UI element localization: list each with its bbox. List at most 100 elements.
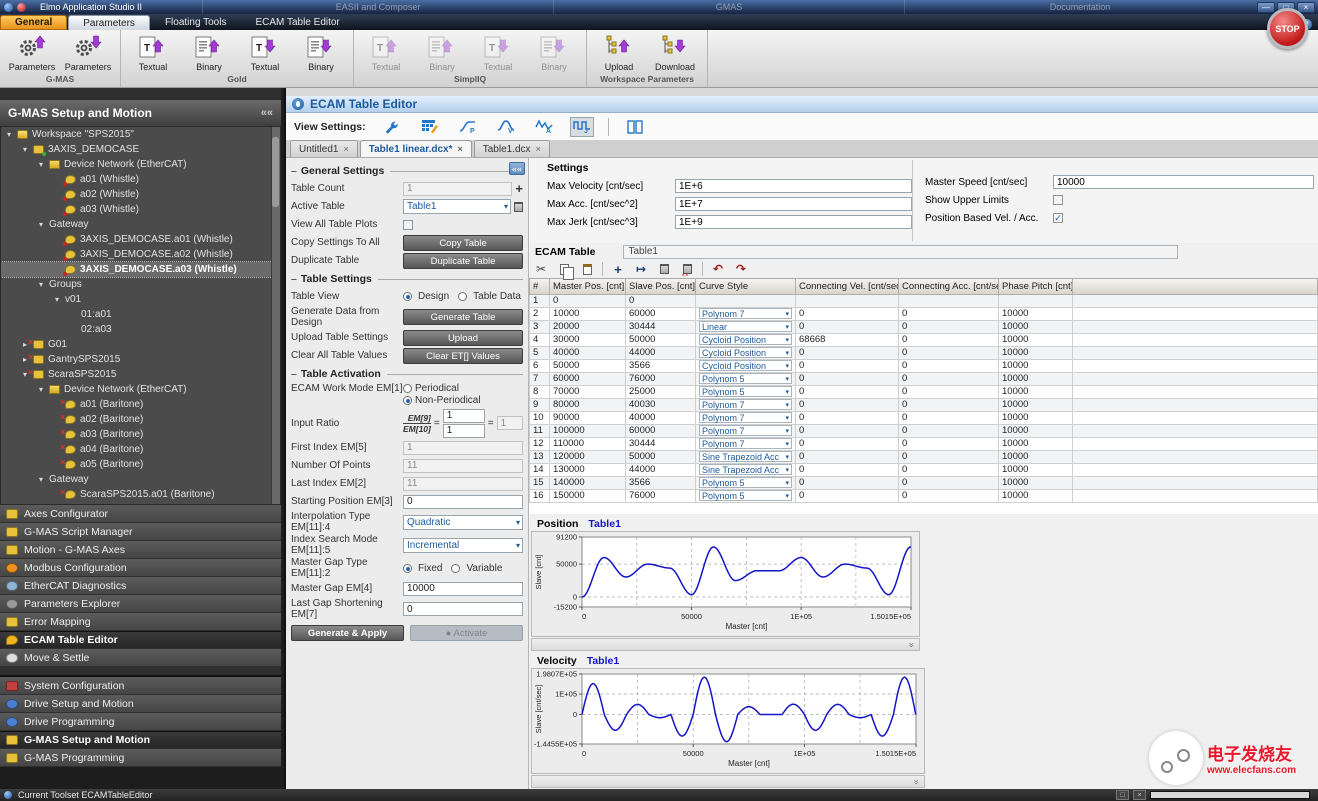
ribbon-tab-ecam-table-editor[interactable]: ECAM Table Editor: [241, 15, 353, 30]
delete-all-icon[interactable]: [679, 262, 695, 277]
data-cell[interactable]: 10000: [999, 411, 1073, 424]
tree-item[interactable]: ScaraSPS2015.a01 (Baritone): [1, 487, 280, 502]
row-index-cell[interactable]: 5: [530, 346, 550, 359]
record-orb-icon[interactable]: [17, 3, 26, 12]
tree-item[interactable]: 01:a01: [1, 307, 280, 322]
ribbon-tab-parameters[interactable]: Parameters: [68, 15, 150, 30]
sidebar-item-modbus-configuration[interactable]: Modbus Configuration: [0, 559, 281, 577]
index-search-mode-select[interactable]: Incremental▾: [403, 538, 523, 553]
cut-icon[interactable]: ✂: [533, 262, 549, 277]
data-cell[interactable]: 0: [796, 398, 899, 411]
doc-tab-table1-linear-dcx-[interactable]: Table1 linear.dcx*×: [360, 140, 472, 157]
delete-row-icon[interactable]: [656, 262, 672, 277]
data-cell[interactable]: 10000: [999, 463, 1073, 476]
data-cell[interactable]: 130000: [550, 463, 626, 476]
doc-tab-untitled1[interactable]: Untitled1×: [290, 140, 358, 157]
column-header[interactable]: Connecting Vel. [cnt/sec]: [796, 279, 899, 294]
curve-style-select[interactable]: Polynom 5▾: [699, 386, 792, 397]
row-index-cell[interactable]: 14: [530, 463, 550, 476]
minimize-button[interactable]: —: [1257, 2, 1275, 13]
sidebar-item-g-mas-script-manager[interactable]: G-MAS Script Manager: [0, 523, 281, 541]
tree-item[interactable]: ▾Device Network (EtherCAT): [1, 382, 280, 397]
tree-item[interactable]: ▸G01: [1, 337, 280, 352]
tree-item[interactable]: a05 (Baritone): [1, 457, 280, 472]
row-index-cell[interactable]: 9: [530, 398, 550, 411]
copy-table-button[interactable]: Copy Table: [403, 235, 523, 251]
tab-close-icon[interactable]: ×: [343, 144, 348, 154]
curve-j-icon[interactable]: J: [570, 117, 594, 137]
tree-item[interactable]: ▾v01: [1, 292, 280, 307]
tree-item[interactable]: ▸GantrySPS2015: [1, 352, 280, 367]
delete-table-icon[interactable]: [514, 202, 523, 212]
setting-field[interactable]: 1E+9: [675, 215, 912, 229]
curve-style-select[interactable]: Linear▾: [699, 321, 792, 332]
data-cell[interactable]: 0: [899, 333, 999, 346]
data-cell[interactable]: 0: [796, 359, 899, 372]
data-cell[interactable]: 20000: [550, 320, 626, 333]
chart-collapse-bar[interactable]: «: [531, 775, 925, 788]
table-row[interactable]: 1615000076000Polynom 5▾0010000: [530, 489, 1318, 502]
data-cell[interactable]: 10000: [999, 359, 1073, 372]
data-cell[interactable]: 0: [899, 307, 999, 320]
curve-style-select[interactable]: Sine Trapezoid Acc▾: [699, 451, 792, 462]
binary-button[interactable]: Binary: [183, 34, 235, 73]
row-index-cell[interactable]: 6: [530, 359, 550, 372]
data-cell[interactable]: 0: [626, 294, 696, 307]
paste-icon[interactable]: [579, 262, 595, 277]
tree-item[interactable]: a01 (Baritone): [1, 397, 280, 412]
close-button[interactable]: ×: [1297, 2, 1315, 13]
table-row[interactable]: 1413000044000Sine Trapezoid Acc▾0010000: [530, 463, 1318, 476]
row-index-cell[interactable]: 3: [530, 320, 550, 333]
data-cell[interactable]: 0: [550, 294, 626, 307]
curve-style-select[interactable]: Polynom 5▾: [699, 477, 792, 488]
chart-collapse-bar[interactable]: «: [531, 638, 920, 651]
textual-button[interactable]: TTextual: [239, 34, 291, 73]
row-index-cell[interactable]: 11: [530, 424, 550, 437]
data-cell[interactable]: 40030: [626, 398, 696, 411]
curve-style-select[interactable]: Polynom 7▾: [699, 438, 792, 449]
redo-icon[interactable]: ↷: [733, 262, 749, 277]
row-index-cell[interactable]: 1: [530, 294, 550, 307]
add-row-icon[interactable]: +: [610, 262, 626, 277]
active-table-select[interactable]: Table1▾: [403, 199, 511, 214]
data-cell[interactable]: 10000: [999, 385, 1073, 398]
wrench-icon[interactable]: [380, 117, 404, 137]
data-cell[interactable]: 50000: [550, 359, 626, 372]
column-header[interactable]: Phase Pitch [cnt]: [999, 279, 1073, 294]
curve-style-select[interactable]: Polynom 7▾: [699, 308, 792, 319]
data-cell[interactable]: 0: [899, 372, 999, 385]
data-cell[interactable]: 10000: [550, 307, 626, 320]
fixed-radio[interactable]: [403, 564, 412, 573]
non-periodical-radio[interactable]: [403, 396, 412, 405]
data-cell[interactable]: 0: [899, 398, 999, 411]
design-radio[interactable]: [403, 292, 412, 301]
tree-expander-icon[interactable]: ▾: [7, 130, 17, 139]
group-header-general[interactable]: General Settings: [291, 165, 523, 177]
table-row[interactable]: 1312000050000Sine Trapezoid Acc▾0010000: [530, 450, 1318, 463]
chart-table-link[interactable]: Table1: [587, 655, 619, 667]
interpolation-type-select[interactable]: Quadratic▾: [403, 515, 523, 530]
data-cell[interactable]: 10000: [999, 476, 1073, 489]
data-cell[interactable]: 10000: [999, 398, 1073, 411]
data-cell[interactable]: 0: [796, 411, 899, 424]
tree-expander-icon[interactable]: ▾: [39, 385, 49, 394]
curve-style-select[interactable]: Cycloid Position▾: [699, 347, 792, 358]
sidebar-item-parameters-explorer[interactable]: Parameters Explorer: [0, 595, 281, 613]
data-cell[interactable]: 68668: [796, 333, 899, 346]
data-cell[interactable]: 0: [796, 476, 899, 489]
row-index-cell[interactable]: 2: [530, 307, 550, 320]
row-index-cell[interactable]: 16: [530, 489, 550, 502]
last-gap-shortening-field[interactable]: 0: [403, 602, 523, 616]
show-upper-limits-checkbox[interactable]: [1053, 195, 1063, 205]
table-edit-icon[interactable]: [418, 117, 442, 137]
curve-a-icon[interactable]: A: [532, 117, 556, 137]
ribbon-tab-floating-tools[interactable]: Floating Tools: [151, 15, 241, 30]
table-row[interactable]: 21000060000Polynom 7▾0010000: [530, 307, 1318, 320]
tree-item[interactable]: ▾Groups: [1, 277, 280, 292]
data-cell[interactable]: 0: [796, 320, 899, 333]
data-cell[interactable]: [899, 294, 999, 307]
generate-apply-button[interactable]: Generate & Apply: [291, 625, 404, 641]
data-cell[interactable]: 150000: [550, 489, 626, 502]
data-cell[interactable]: 0: [899, 320, 999, 333]
tree-item[interactable]: 02:a03: [1, 322, 280, 337]
